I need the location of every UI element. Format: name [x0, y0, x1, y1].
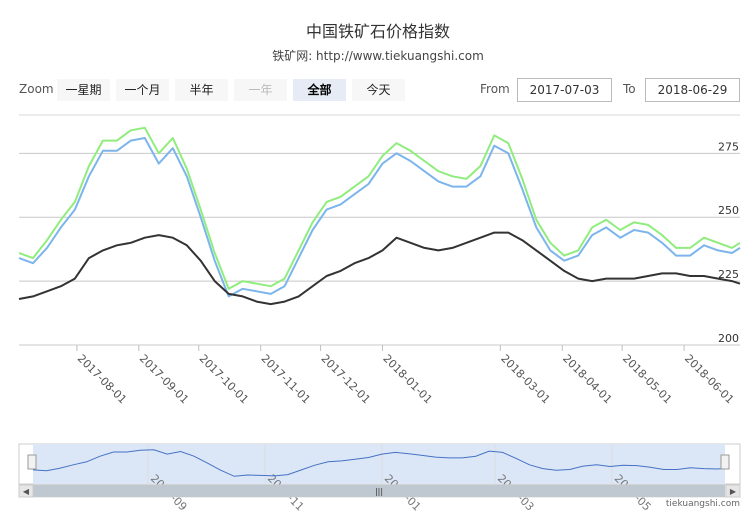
x-tick-label: 2018-03-01 — [498, 352, 552, 406]
navigator-series-line — [32, 449, 726, 477]
navigator-tick-label: 2018-03 — [495, 472, 537, 514]
navigator-frame — [18, 443, 741, 485]
scrollbar-grip: ||| — [375, 487, 383, 496]
x-tick-label: 2017-09-01 — [137, 352, 191, 406]
y-tick-label: 275 — [718, 140, 739, 153]
x-tick-label: 2017-10-01 — [197, 352, 251, 406]
navigator-selection[interactable] — [33, 444, 725, 484]
x-tick-label: 2018-01-01 — [380, 352, 434, 406]
credit-link[interactable]: tiekuangshi.com — [666, 499, 740, 509]
navigator-tick-label: 2017-11 — [265, 472, 307, 514]
x-tick-label: 2017-08-01 — [75, 352, 129, 406]
scrollbar-left-button[interactable] — [18, 484, 34, 498]
main-chart: 200225250275 2017-08-01 2017-09-01 2017-10… — [18, 114, 741, 406]
scrollbar-thumb[interactable] — [33, 485, 725, 497]
navigator-left-handle[interactable] — [27, 454, 37, 470]
navigator-tick-label: 2017-09 — [148, 472, 190, 514]
series-line-3 — [18, 231, 741, 306]
series-line-1 — [18, 126, 741, 290]
x-tick-label: 2018-04-01 — [560, 352, 614, 406]
x-tick-label: 2018-06-01 — [682, 352, 736, 406]
y-tick-label: 250 — [718, 204, 739, 217]
y-tick-label: 200 — [718, 332, 739, 345]
navigator-tick-label: 2018-01 — [382, 472, 424, 514]
scrollbar-right-button[interactable] — [725, 484, 741, 498]
scroll-right-arrow-icon: ▶ — [730, 487, 737, 496]
x-tick-label: 2017-12-01 — [318, 352, 372, 406]
x-tick-label: 2018-05-01 — [620, 352, 674, 406]
x-tick-label: 2017-11-01 — [259, 352, 313, 406]
navigator-right-handle[interactable] — [720, 454, 730, 470]
scrollbar-track[interactable] — [18, 484, 741, 498]
navigator-tick-label: 2018-05 — [612, 472, 654, 514]
scroll-left-arrow-icon: ◀ — [23, 487, 30, 496]
